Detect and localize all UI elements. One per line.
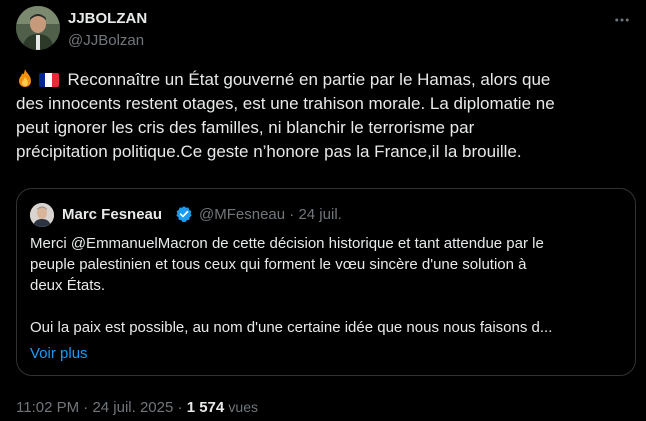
meta-separator-2: · (173, 399, 187, 416)
france-flag-emoji (38, 73, 59, 87)
tweet-text: Reconnaître un État gouverné en partie p… (16, 68, 616, 164)
verified-badge-icon (176, 206, 192, 223)
tweet-meta: 11:02 PM · 24 juil. 2025 · 1 574 vues (16, 399, 258, 416)
tweet-date[interactable]: 24 juil. 2025 (92, 399, 173, 416)
author-name[interactable]: JJBOLZAN (68, 10, 147, 27)
views-count: 1 574 (186, 399, 225, 416)
quote-meta: @MFesneau · 24 juil. (199, 206, 342, 223)
more-options-button[interactable] (610, 8, 634, 32)
quote-meta-separator: · (289, 206, 295, 223)
quote-line-4: Oui la paix est possible, au nom d'une c… (30, 319, 553, 336)
author-avatar[interactable] (16, 6, 60, 50)
tweet-line-1-text: Reconnaître un État gouverné en partie p… (67, 70, 551, 89)
quote-author-avatar[interactable] (30, 203, 54, 227)
tweet-line-3: peut ignorer les cris des familles, ni b… (16, 118, 475, 137)
tweet-line-2: des innocents restent otages, est une tr… (16, 94, 555, 113)
tweet-time[interactable]: 11:02 PM (16, 399, 79, 416)
fire-emoji (19, 69, 31, 87)
quote-date[interactable]: 24 juil. (298, 206, 341, 223)
quote-line-3: deux États. (30, 277, 106, 294)
tweet-line-1: Reconnaître un État gouverné en partie p… (16, 68, 616, 92)
views-label: vues (228, 399, 258, 415)
more-horizontal-icon (615, 18, 629, 22)
quote-author-handle[interactable]: @MFesneau (199, 206, 285, 223)
author-handle[interactable]: @JJBolzan (68, 32, 144, 49)
meta-separator-1: · (79, 399, 93, 416)
quoted-tweet-card[interactable]: Marc Fesneau @MFesneau · 24 juil. Merci … (16, 188, 636, 376)
tweet-line-4: précipitation politique.Ce geste n’honor… (16, 142, 522, 161)
quote-text: Merci @EmmanuelMacron de cette décision … (30, 233, 625, 338)
quote-line-1: Merci @EmmanuelMacron de cette décision … (30, 235, 544, 252)
quote-line-2: peuple palestinien et tous ceux qui form… (30, 256, 527, 273)
show-more-link[interactable]: Voir plus (30, 345, 88, 362)
quote-author-name[interactable]: Marc Fesneau (62, 206, 162, 223)
